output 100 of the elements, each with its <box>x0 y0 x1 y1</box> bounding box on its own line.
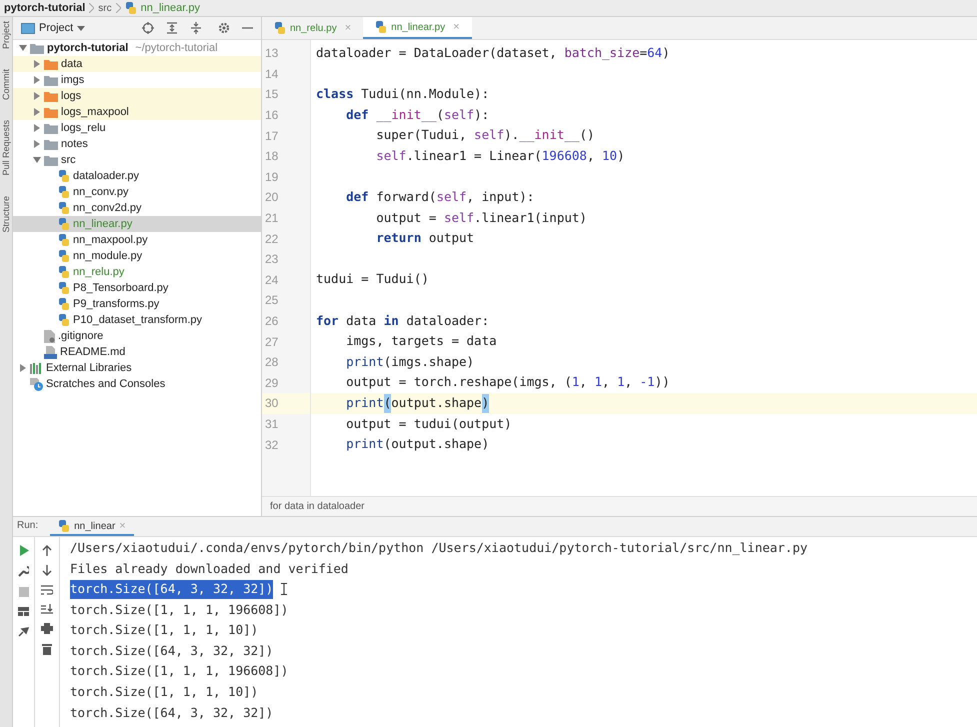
tree-item[interactable]: P10_dataset_transform.py <box>13 312 261 328</box>
code-line: output = torch.reshape(imgs, (1, 1, 1, -1)) <box>345 373 671 392</box>
line-number: 14 <box>264 66 280 83</box>
code-line: output = tudui(output) <box>345 414 513 433</box>
tree-label: nn_relu.py <box>73 264 124 280</box>
python-file-icon <box>58 186 70 198</box>
run-icon[interactable] <box>18 545 28 556</box>
tree-item[interactable]: src <box>13 152 261 168</box>
tree-item[interactable]: pytorch-tutorial ~/pytorch-tutorial <box>13 40 261 56</box>
code-line: print(imgs.shape) <box>345 352 476 371</box>
scratches-icon <box>30 378 43 390</box>
chevron-icon <box>89 3 94 13</box>
folder-icon <box>44 122 58 134</box>
line-number: 29 <box>264 374 280 392</box>
tree-label: logs_maxpool <box>61 104 129 120</box>
console-output-line: torch.Size([64, 3, 32, 32]) <box>70 704 274 722</box>
tree-item[interactable]: imgs <box>13 72 261 88</box>
tree-item[interactable]: External Libraries <box>13 360 261 376</box>
python-file-icon <box>58 282 70 294</box>
tree-item[interactable]: nn_conv.py <box>13 184 261 200</box>
line-number: 20 <box>264 189 280 206</box>
editor-breadcrumb[interactable]: for data in dataloader <box>270 499 365 514</box>
target-icon[interactable] <box>142 22 154 34</box>
down-arrow-icon[interactable] <box>42 565 52 576</box>
code-line: dataloader = DataLoader(dataset, batch_size=64) <box>315 44 671 62</box>
dropdown-caret-icon[interactable] <box>77 26 86 30</box>
line-number: 24 <box>264 272 280 289</box>
tree-item[interactable]: logs_maxpool <box>13 104 261 120</box>
layout-icon[interactable] <box>18 607 29 616</box>
expand-all-icon[interactable] <box>166 22 178 34</box>
line-number: 30 <box>262 393 310 414</box>
tree-item[interactable]: nn_maxpool.py <box>13 232 261 248</box>
editor-tab[interactable]: nn_relu.py × <box>262 17 364 39</box>
python-file-icon <box>58 266 70 278</box>
tree-label: src <box>61 152 76 168</box>
tool-window-tab[interactable]: Structure <box>0 196 12 232</box>
code-line: super(Tudui, self).__init__() <box>375 126 596 144</box>
scroll-to-end-icon[interactable] <box>41 604 53 614</box>
python-file-icon <box>58 170 70 182</box>
line-number: 18 <box>264 148 280 166</box>
tool-window-tab[interactable]: Commit <box>0 69 12 100</box>
python-file-icon <box>58 314 70 326</box>
breadcrumb-item[interactable]: nn_linear.py <box>140 0 200 16</box>
python-file-icon <box>274 22 286 34</box>
breadcrumb-item[interactable]: pytorch-tutorial <box>4 0 86 16</box>
tree-item[interactable]: notes <box>13 136 261 152</box>
tree-label: nn_linear.py <box>73 216 132 232</box>
tree-label: External Libraries <box>46 360 132 376</box>
tool-window-tab[interactable]: Project <box>0 21 12 50</box>
code-line: def __init__(self): <box>345 106 490 124</box>
console-output-line: torch.Size([1, 1, 1, 196608]) <box>70 600 288 619</box>
settings-icon[interactable] <box>218 22 230 34</box>
python-file-icon <box>124 2 137 14</box>
code-line: def forward(self, input): <box>345 188 536 206</box>
tree-label: P10_dataset_transform.py <box>73 312 202 328</box>
tree-label: dataloader.py <box>73 168 140 184</box>
trash-icon[interactable] <box>42 643 52 655</box>
console-output-line: Files already downloaded and verified <box>70 560 348 578</box>
python-file-icon <box>58 298 70 310</box>
run-tab[interactable]: nn_linear × <box>50 518 134 536</box>
tool-window-tab[interactable]: Pull Requests <box>0 120 12 176</box>
panel-icon <box>21 22 35 34</box>
tree-item[interactable]: logs_relu <box>13 120 261 136</box>
tree-label: README.md <box>60 344 126 360</box>
folder-icon <box>44 90 58 102</box>
folder-icon <box>44 74 58 86</box>
line-number: 31 <box>264 416 280 433</box>
tree-item[interactable]: P9_transforms.py <box>13 296 261 312</box>
tree-item[interactable]: data <box>13 56 261 72</box>
code-line: return output <box>375 229 476 248</box>
code-line: output = self.linear1(input) <box>375 208 588 227</box>
tree-item[interactable]: logs <box>13 88 261 104</box>
tree-item[interactable]: Scratches and Consoles <box>13 376 261 392</box>
text-cursor-icon <box>281 583 288 596</box>
tree-label: nn_maxpool.py <box>73 232 148 248</box>
line-number: 26 <box>264 313 280 330</box>
tree-item[interactable]: P8_Tensorboard.py <box>13 280 261 296</box>
editor-tab[interactable]: nn_linear.py × <box>363 17 472 39</box>
tree-label: logs <box>61 88 82 104</box>
collapse-all-icon[interactable] <box>190 22 202 34</box>
library-icon <box>30 362 43 374</box>
tree-item[interactable]: nn_relu.py <box>13 264 261 280</box>
up-arrow-icon[interactable] <box>42 545 52 556</box>
tree-item[interactable]: nn_conv2d.py <box>13 200 261 216</box>
tree-item[interactable]: nn_module.py <box>13 248 261 264</box>
tree-hint: ~/pytorch-tutorial <box>135 40 218 56</box>
tree-item[interactable]: .gitignore <box>13 328 261 344</box>
tree-label: nn_conv2d.py <box>73 200 142 216</box>
tree-item[interactable]: README.md <box>13 344 261 360</box>
breadcrumb-item[interactable]: src <box>98 0 112 16</box>
panel-title[interactable]: Project <box>39 20 74 36</box>
console-output-line: /Users/xiaotudui/.conda/envs/pytorch/bin/python /Users/xiaotudui/pytorch-tutorial/src/nn_linear.py <box>70 538 808 557</box>
line-number: 28 <box>264 354 280 372</box>
run-label: Run: <box>17 519 38 533</box>
tree-label: .gitignore <box>58 328 104 344</box>
soft-wrap-icon[interactable] <box>41 585 53 595</box>
tree-item[interactable]: dataloader.py <box>13 168 261 184</box>
line-number: 16 <box>264 107 280 124</box>
code-line: tudui = Tudui() <box>315 270 430 288</box>
tree-label: P9_transforms.py <box>73 296 160 312</box>
